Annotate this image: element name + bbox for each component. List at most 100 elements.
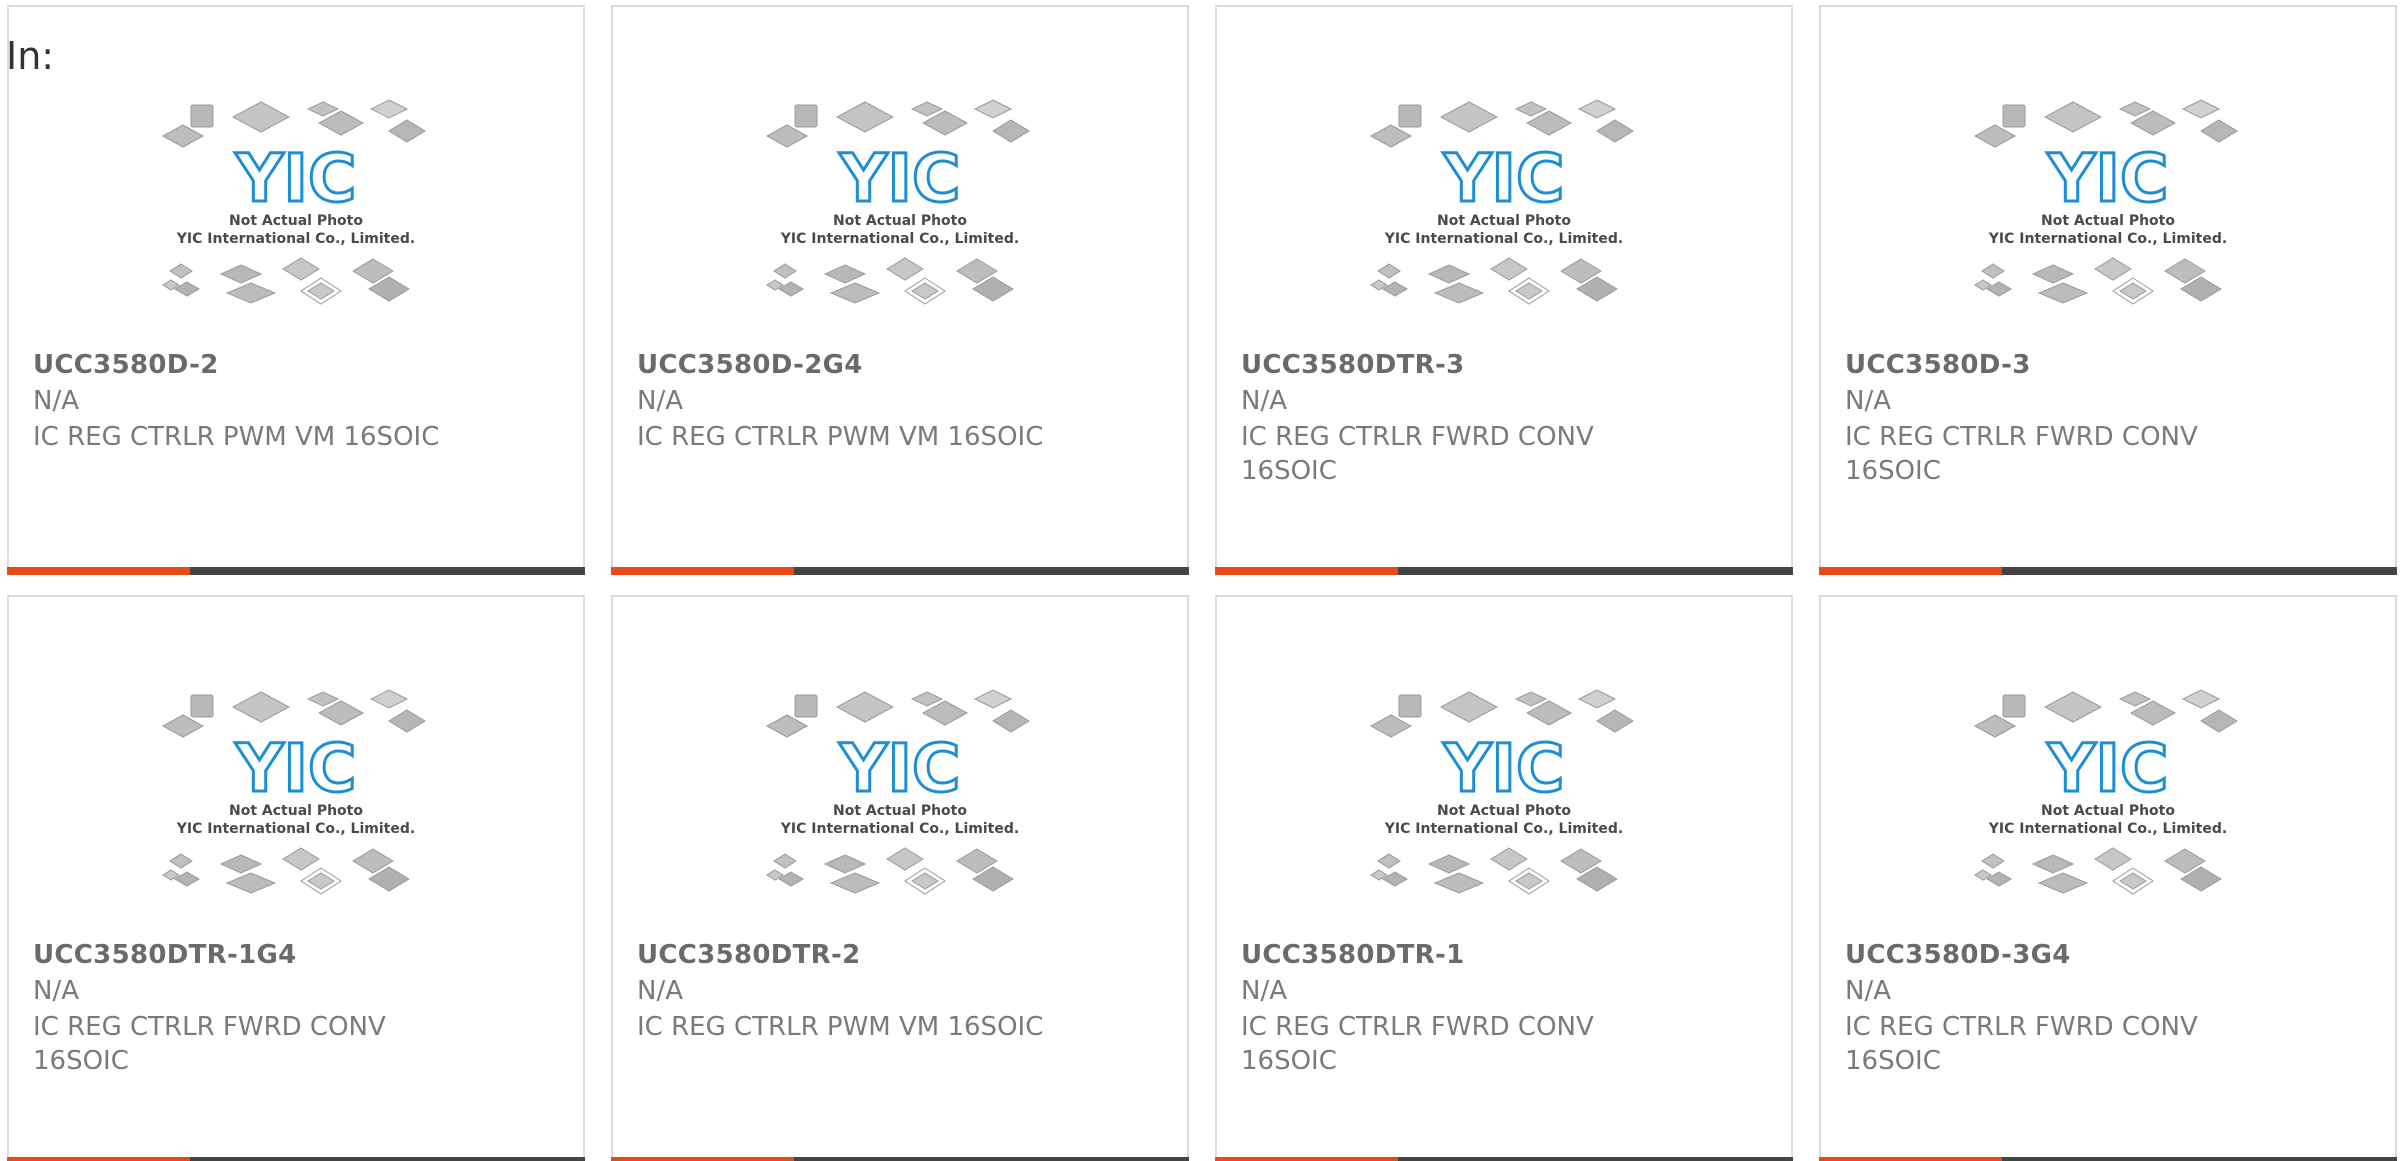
yic-logo-icon: YIC — [1443, 140, 1565, 217]
product-card[interactable]: YIC Not Actual Photo YIC International Co.… — [1215, 595, 1793, 1161]
chip-package-icon — [1369, 124, 1413, 148]
chip-packages-icon: YICNot Actual Photo YIC International Co.… — [161, 689, 426, 895]
chip-package-icon — [1427, 854, 1471, 874]
product-part-number[interactable]: UCC3580DTR-1 — [1241, 940, 1464, 970]
card-bottom-bar — [7, 1157, 585, 1161]
product-image-placeholder: YIC Not Actual Photo YIC International Co.… — [9, 91, 583, 341]
card-bottom-bar — [1819, 567, 2397, 575]
product-image-placeholder: YIC Not Actual Photo YIC International Co.… — [1821, 91, 2395, 341]
product-description: IC REG CTRLR FWRD CONV 16SOIC — [1845, 1012, 2198, 1076]
chip-package-icon — [306, 691, 340, 707]
chip-package-icon — [835, 101, 895, 133]
chip-package-icon — [829, 282, 881, 304]
placeholder-caption-line1: Not Actual Photo — [229, 803, 363, 819]
placeholder-caption-line2: YIC International Co., Limited. — [176, 821, 415, 837]
chip-package-icon — [823, 264, 867, 284]
chip-package-icon — [1986, 871, 2012, 887]
product-card[interactable]: YIC Not Actual Photo YIC International Co.… — [611, 595, 1189, 1161]
chip-package-icon — [992, 709, 1030, 733]
product-part-number[interactable]: UCC3580D-2 — [33, 350, 219, 380]
product-part-number[interactable]: UCC3580D-3G4 — [1845, 940, 2071, 970]
product-image-placeholder: YIC Not Actual Photo YIC International Co.… — [1217, 681, 1791, 931]
product-card[interactable]: YIC Not Actual Photo YIC International Co.… — [1819, 595, 2397, 1161]
card-bottom-bar — [611, 567, 1189, 575]
chip-package-icon — [225, 872, 277, 894]
yic-logo-icon: YIC — [2047, 730, 2169, 807]
chip-package-icon — [973, 99, 1013, 119]
product-manufacturer: N/A — [33, 976, 79, 1006]
product-card[interactable]: YIC Not Actual Photo YIC International Co.… — [1215, 5, 1793, 575]
product-description: IC REG CTRLR FWRD CONV 16SOIC — [33, 1012, 386, 1076]
chip-package-icon — [992, 119, 1030, 143]
chip-package-icon — [1981, 263, 2005, 279]
chip-package-icon — [2002, 104, 2026, 128]
chip-package-icon — [2181, 689, 2221, 709]
chip-package-icon — [2043, 691, 2103, 723]
chip-package-icon — [1439, 691, 1499, 723]
chip-packages-icon: YICNot Actual Photo YIC International Co.… — [1369, 689, 1634, 895]
chip-package-icon — [306, 101, 340, 117]
chip-package-icon — [2037, 872, 2089, 894]
chip-package-icon — [1981, 853, 2005, 869]
placeholder-caption-line1: Not Actual Photo — [2041, 803, 2175, 819]
product-card[interactable]: YIC Not Actual Photo YIC International Co.… — [7, 595, 585, 1161]
card-accent-bar — [1819, 1157, 2002, 1161]
chip-package-icon — [973, 689, 1013, 709]
chip-package-icon — [1973, 714, 2017, 738]
chip-package-icon — [161, 714, 205, 738]
placeholder-caption-line1: Not Actual Photo — [833, 213, 967, 229]
product-part-number[interactable]: UCC3580D-2G4 — [637, 350, 863, 380]
chip-package-icon — [1398, 694, 1422, 718]
product-image-placeholder: YIC Not Actual Photo YIC International Co.… — [1217, 91, 1791, 341]
product-manufacturer: N/A — [33, 386, 79, 416]
chip-package-icon — [1433, 282, 1485, 304]
yic-logo-icon: YIC — [839, 730, 961, 807]
chip-package-icon — [219, 854, 263, 874]
chip-packages-icon: YICNot Actual Photo YIC International Co.… — [1369, 99, 1634, 305]
chip-package-icon — [282, 257, 320, 281]
chip-package-icon — [1433, 872, 1485, 894]
product-manufacturer: N/A — [637, 976, 683, 1006]
product-card[interactable]: YIC Not Actual Photo YIC International Co.… — [611, 5, 1189, 575]
chip-package-icon — [174, 871, 200, 887]
product-manufacturer: N/A — [1241, 386, 1287, 416]
chip-package-icon — [388, 119, 426, 143]
product-part-number[interactable]: UCC3580D-3 — [1845, 350, 2031, 380]
chip-package-icon — [231, 691, 291, 723]
card-accent-bar — [1215, 567, 1398, 575]
placeholder-caption-line2: YIC International Co., Limited. — [780, 821, 1019, 837]
product-part-number[interactable]: UCC3580DTR-3 — [1241, 350, 1464, 380]
yic-logo-icon: YIC — [2047, 140, 2169, 217]
card-accent-bar — [611, 1157, 794, 1161]
chip-package-icon — [1490, 847, 1528, 871]
chip-package-icon — [190, 104, 214, 128]
placeholder-caption-line2: YIC International Co., Limited. — [1988, 821, 2227, 837]
chip-package-icon — [778, 281, 804, 297]
chip-package-icon — [1514, 691, 1548, 707]
chip-package-icon — [1382, 281, 1408, 297]
chip-package-icon — [1596, 119, 1634, 143]
product-description: IC REG CTRLR FWRD CONV 16SOIC — [1241, 1012, 1594, 1076]
placeholder-caption-line2: YIC International Co., Limited. — [1384, 231, 1623, 247]
placeholder-caption-line2: YIC International Co., Limited. — [780, 231, 1019, 247]
chip-package-icon — [169, 853, 193, 869]
chip-package-icon — [1382, 871, 1408, 887]
card-accent-bar — [7, 1157, 190, 1161]
placeholder-caption-line2: YIC International Co., Limited. — [176, 231, 415, 247]
product-part-number[interactable]: UCC3580DTR-2 — [637, 940, 860, 970]
placeholder-caption-line1: Not Actual Photo — [1437, 213, 1571, 229]
yic-logo-icon: YIC — [235, 140, 357, 217]
chip-package-icon — [835, 691, 895, 723]
product-part-number[interactable]: UCC3580DTR-1G4 — [33, 940, 297, 970]
product-image-placeholder: YIC Not Actual Photo YIC International Co.… — [613, 91, 1187, 341]
product-card[interactable]: YIC Not Actual Photo YIC International Co.… — [1819, 5, 2397, 575]
product-manufacturer: N/A — [637, 386, 683, 416]
product-card[interactable]: YIC Not Actual Photo YIC International Co.… — [7, 5, 585, 575]
product-description: IC REG CTRLR PWM VM 16SOIC — [637, 422, 1044, 452]
chip-package-icon — [2094, 847, 2132, 871]
chip-package-icon — [2031, 854, 2075, 874]
chip-package-icon — [1427, 264, 1471, 284]
card-accent-bar — [7, 567, 190, 575]
chip-package-icon — [190, 694, 214, 718]
chip-package-icon — [1398, 104, 1422, 128]
